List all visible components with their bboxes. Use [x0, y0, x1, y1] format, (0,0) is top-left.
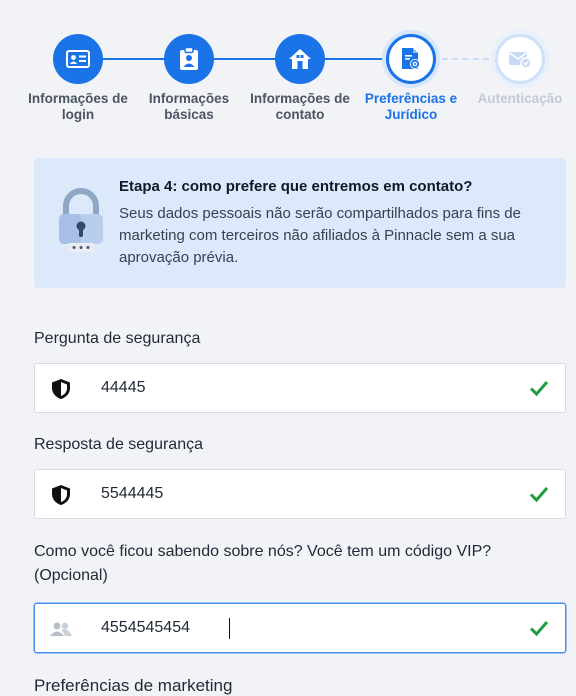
step-label: Informações de login: [28, 91, 128, 122]
id-card-icon: [66, 50, 90, 68]
step-authentication[interactable]: Autenticação: [465, 34, 575, 107]
referral-input[interactable]: [101, 604, 521, 652]
step-label: Informações de contato: [250, 91, 350, 122]
text-cursor: [229, 618, 230, 639]
security-question-input[interactable]: [101, 364, 521, 412]
referral-label: Como você ficou sabendo sobre nós? Você …: [34, 543, 492, 584]
step-basic-info[interactable]: Informações básicas: [134, 34, 244, 123]
step-preferences-legal[interactable]: Preferências e Jurídico: [356, 34, 466, 123]
step-indicator: [53, 34, 103, 84]
step-indicator: [275, 34, 325, 84]
house-icon: [289, 49, 311, 69]
security-answer-input[interactable]: [101, 470, 521, 518]
step-contact-info[interactable]: Informações de contato: [245, 34, 355, 123]
security-answer-field[interactable]: [34, 469, 566, 519]
info-title: Etapa 4: como prefere que entremos em co…: [119, 178, 473, 195]
info-text: Seus dados pessoais não serão compartilh…: [119, 205, 521, 266]
users-icon: [50, 622, 72, 636]
privacy-info-banner: Etapa 4: como prefere que entremos em co…: [34, 158, 566, 288]
security-answer-label: Resposta de segurança: [34, 436, 203, 453]
step-indicator: [164, 34, 214, 84]
step-label: Preferências e Jurídico: [364, 91, 458, 122]
referral-field[interactable]: [34, 603, 566, 653]
marketing-preferences-heading: Preferências de marketing: [34, 676, 233, 695]
checkmark-icon: [529, 381, 549, 397]
progress-stepper: Informações de login Informações básicas…: [0, 0, 576, 140]
checkmark-icon: [529, 621, 549, 637]
checkmark-icon: [529, 487, 549, 503]
padlock-icon: [59, 188, 103, 252]
security-question-label: Pergunta de segurança: [34, 330, 201, 347]
shield-icon: [52, 379, 70, 399]
step-indicator: [495, 34, 545, 84]
step-label: Autenticação: [477, 91, 563, 106]
security-question-field[interactable]: [34, 363, 566, 413]
step-login-info[interactable]: Informações de login: [23, 34, 133, 123]
clipboard-user-icon: [180, 47, 198, 70]
shield-icon: [52, 485, 70, 505]
envelope-check-icon: [509, 52, 532, 69]
step-indicator: [386, 34, 436, 84]
document-settings-icon: [402, 48, 420, 69]
step-label: Informações básicas: [148, 91, 230, 122]
